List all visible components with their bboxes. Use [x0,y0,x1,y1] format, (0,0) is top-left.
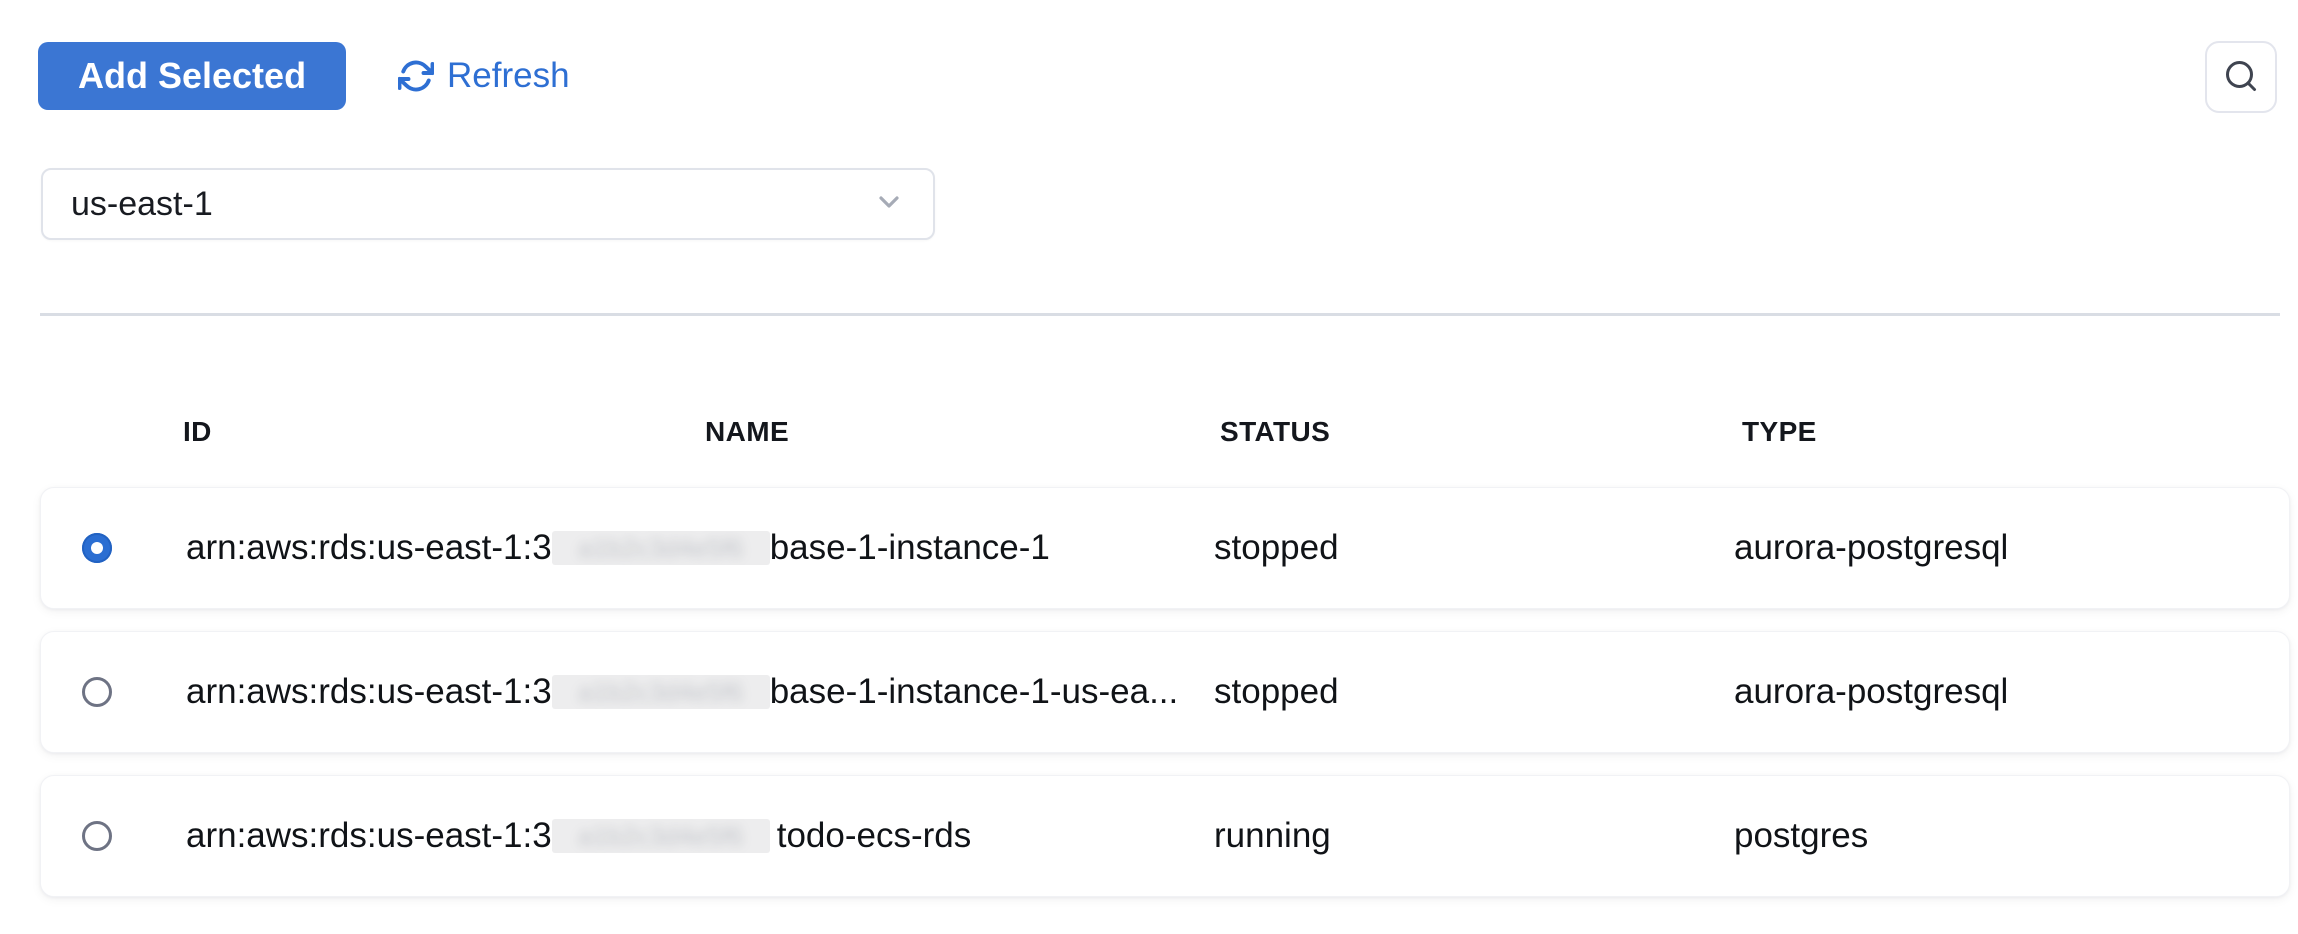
table-row[interactable]: arn:aws:rds:us-east-1:3a1b2c3d4e5f6todo-… [40,775,2290,897]
table-row[interactable]: arn:aws:rds:us-east-1:3a1b2c3d4e5f6base-… [40,631,2290,753]
column-header-id: ID [183,416,212,448]
redacted-account-id: a1b2c3d4e5f6 [552,675,770,709]
row-radio[interactable] [82,677,112,707]
status-cell: stopped [1214,632,1339,752]
section-divider [40,313,2280,316]
region-select-value: us-east-1 [71,185,213,224]
column-header-name: NAME [705,416,789,448]
status-cell: running [1214,776,1331,896]
status-cell: stopped [1214,488,1339,608]
column-header-status: STATUS [1220,416,1330,448]
redacted-account-id: a1b2c3d4e5f6 [552,819,770,853]
rds-instance-picker-screen: Add Selected Refresh us-east-1 I [0,0,2298,934]
id-cell: arn:aws:rds:us-east-1:3a1b2c3d4e5f6base-… [186,488,1050,608]
refresh-label: Refresh [447,56,570,96]
type-cell: aurora-postgresql [1734,488,2008,608]
type-cell: aurora-postgresql [1734,632,2008,752]
search-icon [2223,58,2259,97]
row-radio[interactable] [82,821,112,851]
row-radio-selected[interactable] [82,533,112,563]
id-cell: arn:aws:rds:us-east-1:3a1b2c3d4e5f6base-… [186,632,1178,752]
refresh-icon [398,58,434,94]
add-selected-button[interactable]: Add Selected [38,42,346,110]
column-header-type: TYPE [1742,416,1817,448]
table-row[interactable]: arn:aws:rds:us-east-1:3a1b2c3d4e5f6base-… [40,487,2290,609]
refresh-button[interactable]: Refresh [398,53,570,99]
search-button[interactable] [2205,41,2277,113]
id-cell: arn:aws:rds:us-east-1:3a1b2c3d4e5f6todo-… [186,776,971,896]
redacted-account-id: a1b2c3d4e5f6 [552,531,770,565]
chevron-down-icon [873,186,905,223]
region-select[interactable]: us-east-1 [41,168,935,240]
type-cell: postgres [1734,776,1868,896]
